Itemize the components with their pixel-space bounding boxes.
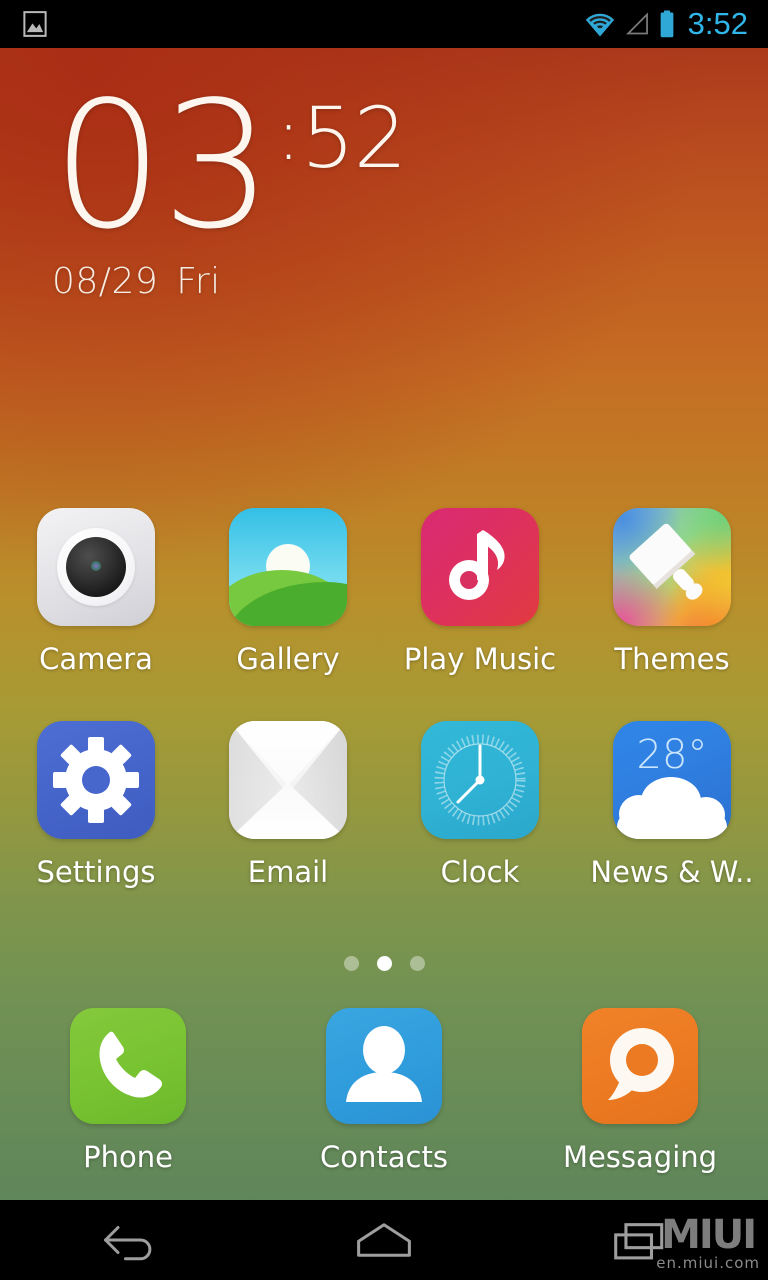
gallery-icon[interactable] (229, 508, 347, 626)
clock-widget[interactable]: 03 : 52 08/29 Fri (52, 86, 406, 302)
clock-widget-minute: 52 (301, 96, 406, 180)
navigation-bar (0, 1200, 768, 1280)
app-label-contacts: Contacts (320, 1140, 448, 1174)
news-weather-icon[interactable]: 28° (613, 721, 731, 839)
clock-widget-time: 03 : 52 (52, 86, 406, 247)
messaging-icon[interactable] (582, 1008, 698, 1124)
themes-icon[interactable] (613, 508, 731, 626)
status-bar-clock: 3:52 (684, 8, 748, 41)
page-dot-2[interactable] (377, 956, 392, 971)
page-indicator[interactable] (0, 956, 768, 971)
app-label-phone: Phone (83, 1140, 173, 1174)
app-label-messaging: Messaging (563, 1140, 717, 1174)
image-icon (20, 9, 50, 39)
app-label-themes: Themes (614, 642, 729, 676)
app-gallery[interactable]: Gallery (192, 508, 384, 676)
signal-empty-icon (624, 11, 650, 37)
app-settings[interactable]: Settings (0, 721, 192, 889)
clock-icon[interactable] (421, 721, 539, 839)
app-label-gallery: Gallery (236, 642, 339, 676)
watermark-title: MIUI (656, 1215, 760, 1255)
phone-icon[interactable] (70, 1008, 186, 1124)
dock: Phone Contacts Messaging (0, 1008, 768, 1174)
watermark-url: en.miui.com (656, 1256, 760, 1271)
status-bar: 3:52 (0, 0, 768, 48)
camera-icon[interactable] (37, 508, 155, 626)
page-dot-3[interactable] (410, 956, 425, 971)
app-grid-row-1: Camera Gallery Play Music (0, 508, 768, 676)
app-grid-row-2: Settings Email Clock (0, 721, 768, 889)
app-label-camera: Camera (39, 642, 153, 676)
app-email[interactable]: Email (192, 721, 384, 889)
weather-temperature: 28° (613, 732, 731, 778)
clock-widget-hour: 03 (52, 86, 271, 247)
app-contacts[interactable]: Contacts (256, 1008, 512, 1174)
app-label-news-weather: News & W.. (590, 855, 753, 889)
play-music-icon[interactable] (421, 508, 539, 626)
app-label-email: Email (248, 855, 328, 889)
clock-widget-separator: : (277, 100, 301, 170)
clock-widget-date: 08/29 (52, 261, 158, 302)
settings-icon[interactable] (37, 721, 155, 839)
page-dot-1[interactable] (344, 956, 359, 971)
app-messaging[interactable]: Messaging (512, 1008, 768, 1174)
clock-widget-weekday: Fri (176, 261, 220, 302)
email-icon[interactable] (229, 721, 347, 839)
back-button[interactable] (0, 1200, 256, 1280)
app-label-settings: Settings (37, 855, 156, 889)
phone-screen: 3:52 03 : 52 08/29 Fri Camera (0, 0, 768, 1280)
back-icon (93, 1217, 163, 1263)
miui-watermark: MIUI en.miui.com (656, 1215, 760, 1271)
contacts-icon[interactable] (326, 1008, 442, 1124)
home-icon (351, 1217, 417, 1263)
app-phone[interactable]: Phone (0, 1008, 256, 1174)
app-clock[interactable]: Clock (384, 721, 576, 889)
app-play-music[interactable]: Play Music (384, 508, 576, 676)
app-camera[interactable]: Camera (0, 508, 192, 676)
home-button[interactable] (256, 1200, 512, 1280)
app-themes[interactable]: Themes (576, 508, 768, 676)
app-news-weather[interactable]: 28° News & W.. (576, 721, 768, 889)
app-label-play-music: Play Music (404, 642, 556, 676)
wifi-icon (585, 11, 615, 37)
battery-full-icon (659, 10, 675, 38)
app-label-clock: Clock (441, 855, 520, 889)
